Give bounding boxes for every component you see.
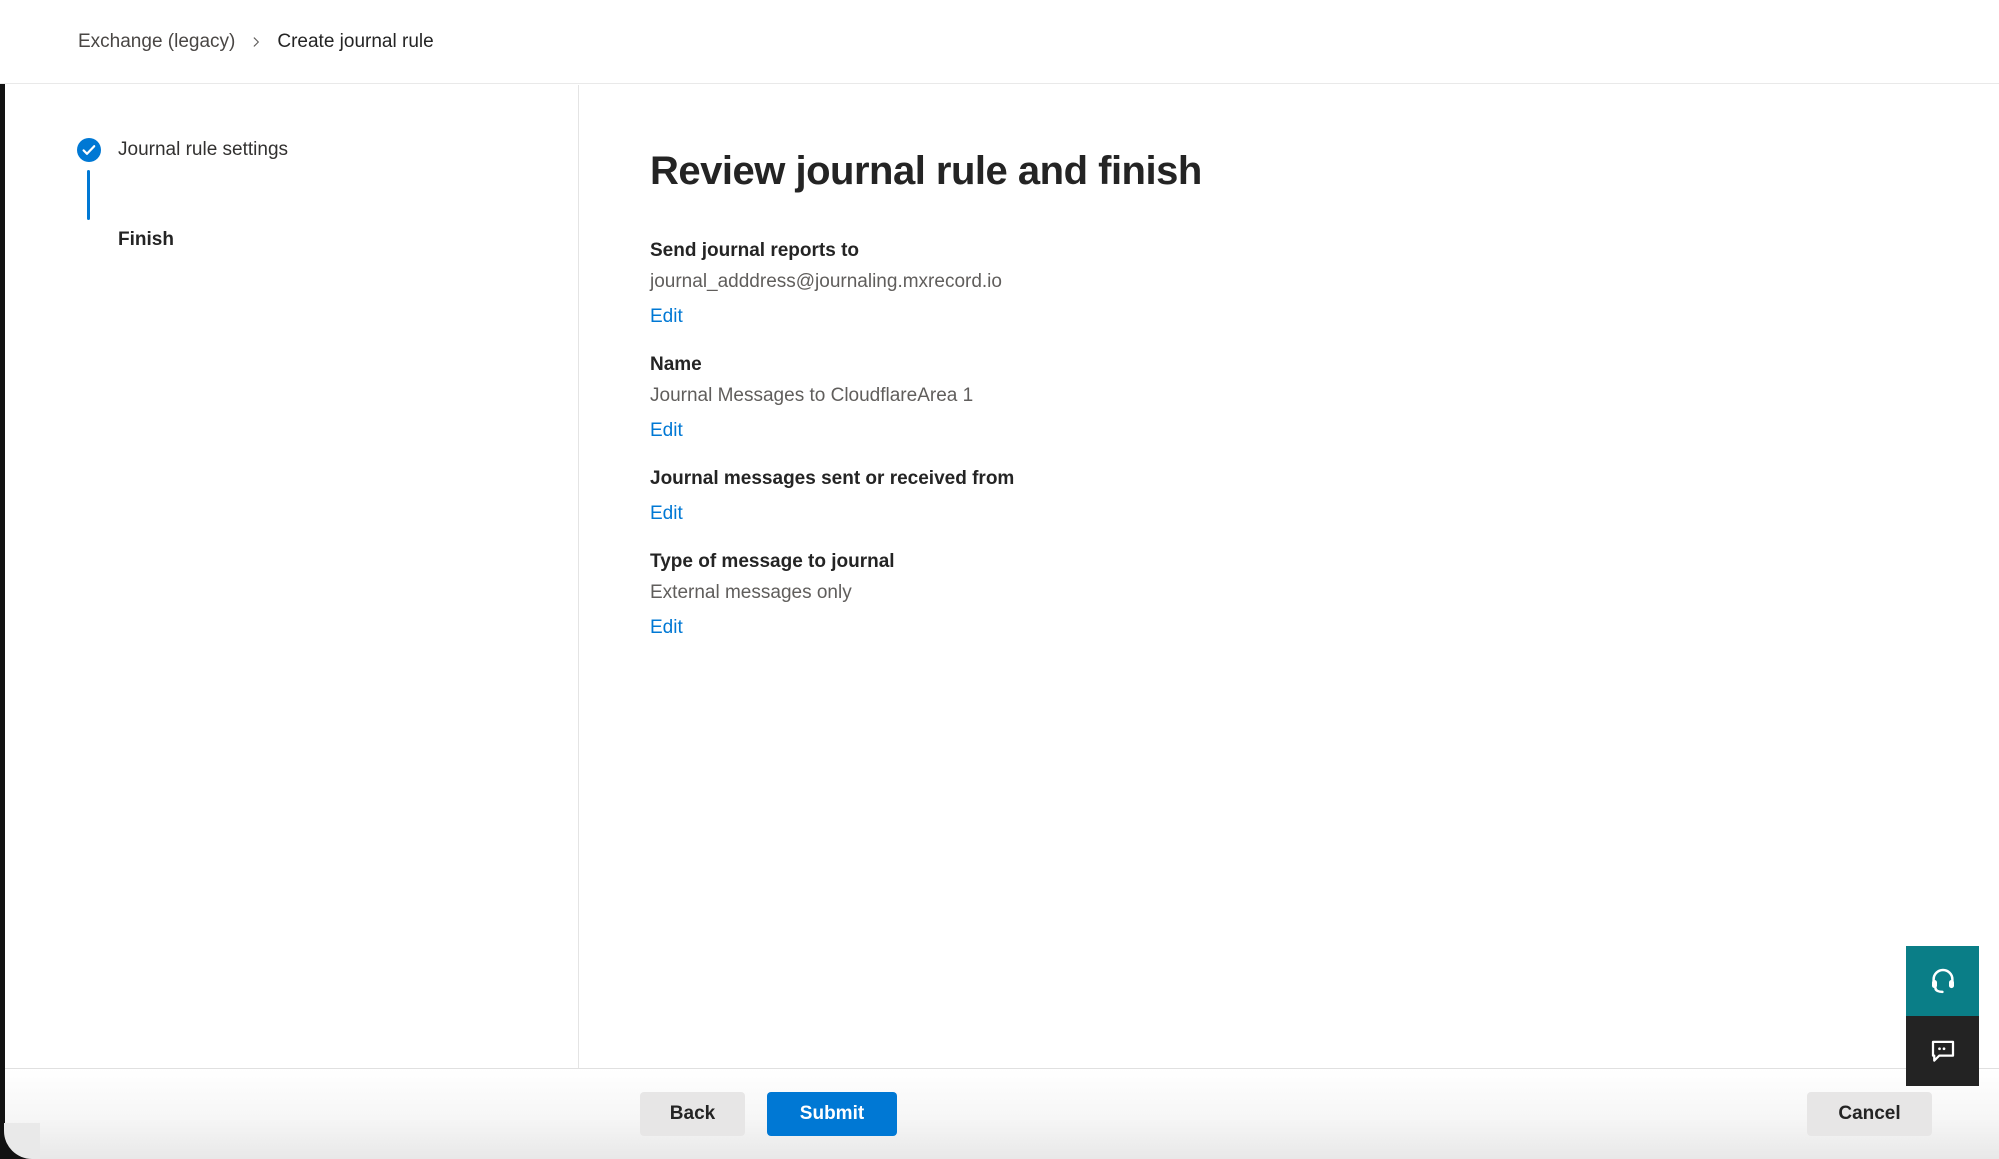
breadcrumb-current-page: Create journal rule	[277, 31, 433, 53]
edit-send-journal-reports-link[interactable]: Edit	[650, 305, 683, 329]
review-section-message-type: Type of message to journal External mess…	[650, 550, 1999, 640]
wizard-step-label: Journal rule settings	[118, 139, 288, 161]
breadcrumb-exchange-legacy-link[interactable]: Exchange (legacy)	[78, 31, 235, 53]
section-label: Name	[650, 353, 1999, 377]
app-window: Exchange (legacy) Create journal rule Jo…	[0, 0, 1999, 1159]
help-button[interactable]	[1906, 946, 1979, 1016]
wizard-step-finish[interactable]: Finish	[77, 228, 578, 252]
edit-name-link[interactable]: Edit	[650, 419, 683, 443]
feedback-button[interactable]	[1906, 1016, 1979, 1086]
wizard-footer: Back Submit Cancel	[0, 1068, 1999, 1159]
section-label: Journal messages sent or received from	[650, 467, 1999, 491]
section-label: Type of message to journal	[650, 550, 1999, 574]
breadcrumb: Exchange (legacy) Create journal rule	[0, 0, 1999, 84]
section-label: Send journal reports to	[650, 239, 1999, 263]
review-section-send-journal-reports-to: Send journal reports to journal_adddress…	[650, 239, 1999, 329]
section-value: journal_adddress@journaling.mxrecord.io	[650, 270, 1999, 294]
step-connector-line	[87, 170, 90, 220]
wizard-steps-panel: Journal rule settings Finish	[5, 85, 579, 1068]
chat-icon	[1928, 1035, 1958, 1068]
submit-button[interactable]: Submit	[767, 1092, 897, 1136]
chevron-right-icon	[249, 35, 263, 49]
review-section-journal-messages-from: Journal messages sent or received from E…	[650, 467, 1999, 526]
review-section-name: Name Journal Messages to CloudflareArea …	[650, 353, 1999, 443]
wizard-step-label: Finish	[118, 229, 174, 251]
back-button[interactable]: Back	[640, 1092, 745, 1136]
edit-journal-messages-link[interactable]: Edit	[650, 502, 683, 526]
edit-message-type-link[interactable]: Edit	[650, 616, 683, 640]
step-current-dot-icon	[77, 228, 101, 252]
section-value: Journal Messages to CloudflareArea 1	[650, 384, 1999, 408]
cancel-button[interactable]: Cancel	[1807, 1092, 1932, 1136]
headset-icon	[1928, 965, 1958, 998]
step-completed-check-icon	[77, 138, 101, 162]
wizard-step-journal-rule-settings[interactable]: Journal rule settings	[77, 138, 578, 162]
review-content: Review journal rule and finish Send jour…	[580, 85, 1999, 1068]
page-title: Review journal rule and finish	[650, 147, 1999, 195]
screen-edge-left	[0, 84, 5, 1159]
floating-action-stack	[1906, 946, 1979, 1086]
section-value: External messages only	[650, 581, 1999, 605]
